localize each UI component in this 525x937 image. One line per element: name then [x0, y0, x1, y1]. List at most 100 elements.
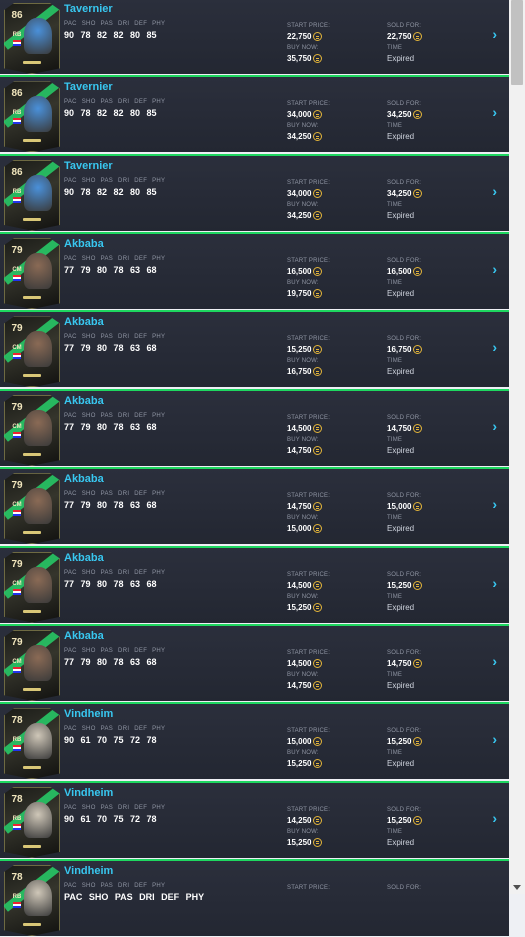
chevron-right-icon[interactable]: › — [492, 419, 497, 433]
buy-now-value: 16,750 — [287, 367, 312, 377]
start-price-value: 16,500 — [287, 267, 312, 277]
chevron-right-icon[interactable]: › — [492, 576, 497, 590]
player-name[interactable]: Tavernier — [64, 3, 113, 15]
listing-row[interactable]: 78 RB Vindheim PAC SHO PAS DRI DEF PHY 90 61… — [0, 702, 509, 780]
player-name[interactable]: Akbaba — [64, 395, 104, 407]
stat-values: 90 78 82 82 80 85 — [64, 30, 157, 40]
player-name[interactable]: Tavernier — [64, 81, 113, 93]
start-price-label: START PRICE: — [287, 179, 331, 186]
listing-row[interactable]: 78 RB Vindheim PAC SHO PAS DRI DEF PHY PAC S… — [0, 858, 509, 936]
time-value: Expired — [387, 680, 415, 690]
sold-for-value: 15,250 — [387, 815, 412, 825]
chevron-right-icon[interactable]: › — [492, 27, 497, 41]
start-price-value: 34,000 — [287, 110, 312, 120]
buy-now-value: 34,250 — [287, 210, 312, 220]
time-value: Expired — [387, 54, 415, 63]
chevron-right-icon[interactable]: › — [492, 811, 497, 825]
scroll-down-arrow-icon[interactable] — [513, 885, 521, 890]
start-price-value: 22,750 — [287, 32, 312, 41]
player-card[interactable]: 78 RB — [4, 786, 60, 858]
player-name[interactable]: Vindheim — [64, 787, 113, 799]
stat-header: PAC SHO PAS DRI DEF PHY — [64, 726, 166, 733]
buy-now-label: BUY NOW: — [287, 45, 319, 51]
card-position: CM — [12, 658, 22, 665]
listing-row[interactable]: 79 CM Akbaba PAC SHO PAS DRI DEF PHY 77 79 8… — [0, 467, 509, 545]
time-label: TIME — [387, 436, 403, 443]
time-value: Expired — [387, 524, 415, 534]
player-name[interactable]: Akbaba — [64, 630, 104, 642]
player-card[interactable]: 79 CM — [4, 473, 60, 545]
buy-now-value: 34,250 — [287, 132, 312, 142]
sold-for-value: 34,250 — [387, 110, 412, 120]
listing-row[interactable]: 86 RB Tavernier PAC SHO PAS DRI DEF PHY 90 7… — [0, 153, 509, 231]
card-position: RB — [12, 32, 22, 38]
player-name[interactable]: Tavernier — [64, 160, 113, 172]
listing-row[interactable]: 79 CM Akbaba PAC SHO PAS DRI DEF PHY 77 79 8… — [0, 310, 509, 388]
time-label: TIME — [387, 358, 403, 365]
player-card[interactable]: 79 CM — [4, 629, 60, 701]
player-card[interactable]: 78 RB — [4, 864, 60, 936]
flag-icon — [13, 588, 21, 595]
card-rating: 78 — [11, 793, 23, 805]
chevron-right-icon[interactable]: › — [492, 497, 497, 511]
listing-row[interactable]: 79 CM Akbaba PAC SHO PAS DRI DEF PHY 77 79 8… — [0, 388, 509, 466]
player-name[interactable]: Akbaba — [64, 238, 104, 250]
player-card[interactable]: 79 CM — [4, 316, 60, 388]
player-card[interactable]: 86 RB — [4, 159, 60, 231]
flag-icon — [13, 40, 21, 46]
stat-values: 90 78 82 82 80 85 — [64, 108, 157, 119]
time-label: TIME — [387, 828, 403, 835]
player-face — [24, 18, 52, 54]
player-name[interactable]: Vindheim — [64, 708, 113, 720]
coin-icon — [413, 423, 422, 433]
chevron-right-icon[interactable]: › — [492, 340, 497, 354]
coin-icon — [313, 345, 322, 355]
sold-for-value: 34,250 — [387, 188, 412, 198]
transfer-list: 86 RB Tavernier PAC SHO PAS DRI DEF PHY 90 7… — [0, 0, 509, 937]
chevron-right-icon[interactable]: › — [492, 262, 497, 276]
stat-values: 77 79 80 78 63 68 — [64, 656, 157, 667]
start-price-value: 14,500 — [287, 580, 312, 590]
stat-header: PAC SHO PAS DRI DEF PHY — [64, 569, 166, 576]
stat-values: 77 79 80 78 63 68 — [64, 265, 157, 276]
player-card[interactable]: 79 CM — [4, 238, 60, 310]
scrollbar-thumb[interactable] — [511, 0, 523, 85]
listing-row[interactable]: 79 CM Akbaba PAC SHO PAS DRI DEF PHY 77 79 8… — [0, 232, 509, 310]
player-card[interactable]: 78 RB — [4, 708, 60, 780]
coin-icon — [313, 502, 322, 512]
coin-icon — [313, 110, 322, 120]
player-card[interactable]: 79 CM — [4, 394, 60, 466]
player-card[interactable]: 86 RB — [4, 3, 60, 74]
listing-row[interactable]: 79 CM Akbaba PAC SHO PAS DRI DEF PHY 77 79 8… — [0, 623, 509, 701]
chevron-right-icon[interactable]: › — [492, 654, 497, 668]
player-card[interactable]: 86 RB — [4, 81, 60, 153]
player-name[interactable]: Vindheim — [64, 865, 113, 877]
listing-row[interactable]: 86 RB Tavernier PAC SHO PAS DRI DEF PHY 90 7… — [0, 0, 509, 74]
coin-icon — [313, 737, 322, 747]
coin-icon — [313, 524, 322, 534]
card-rating: 79 — [11, 323, 23, 335]
sold-for-label: SOLD FOR: — [387, 806, 422, 813]
time-value: Expired — [387, 210, 415, 220]
buy-now-label: BUY NOW: — [287, 671, 319, 678]
chevron-right-icon[interactable]: › — [492, 105, 497, 119]
player-name[interactable]: Akbaba — [64, 316, 104, 328]
flag-icon — [13, 196, 21, 203]
scrollbar[interactable] — [509, 0, 525, 894]
sold-for-label: SOLD FOR: — [387, 23, 422, 29]
player-card[interactable]: 79 CM — [4, 551, 60, 623]
chevron-right-icon[interactable]: › — [492, 732, 497, 746]
listing-row[interactable]: 79 CM Akbaba PAC SHO PAS DRI DEF PHY 77 79 8… — [0, 545, 509, 623]
listing-row[interactable]: 86 RB Tavernier PAC SHO PAS DRI DEF PHY 90 7… — [0, 75, 509, 153]
coin-icon — [413, 345, 422, 355]
player-face — [24, 723, 52, 760]
start-price-label: START PRICE: — [287, 336, 331, 343]
player-name[interactable]: Akbaba — [64, 473, 104, 485]
player-name[interactable]: Akbaba — [64, 552, 104, 564]
flag-icon — [13, 431, 21, 438]
time-value: Expired — [387, 837, 415, 847]
chevron-right-icon[interactable]: › — [492, 184, 497, 198]
card-rating: 79 — [11, 245, 23, 257]
buy-now-label: BUY NOW: — [287, 201, 319, 208]
listing-row[interactable]: 78 RB Vindheim PAC SHO PAS DRI DEF PHY 90 61… — [0, 780, 509, 858]
